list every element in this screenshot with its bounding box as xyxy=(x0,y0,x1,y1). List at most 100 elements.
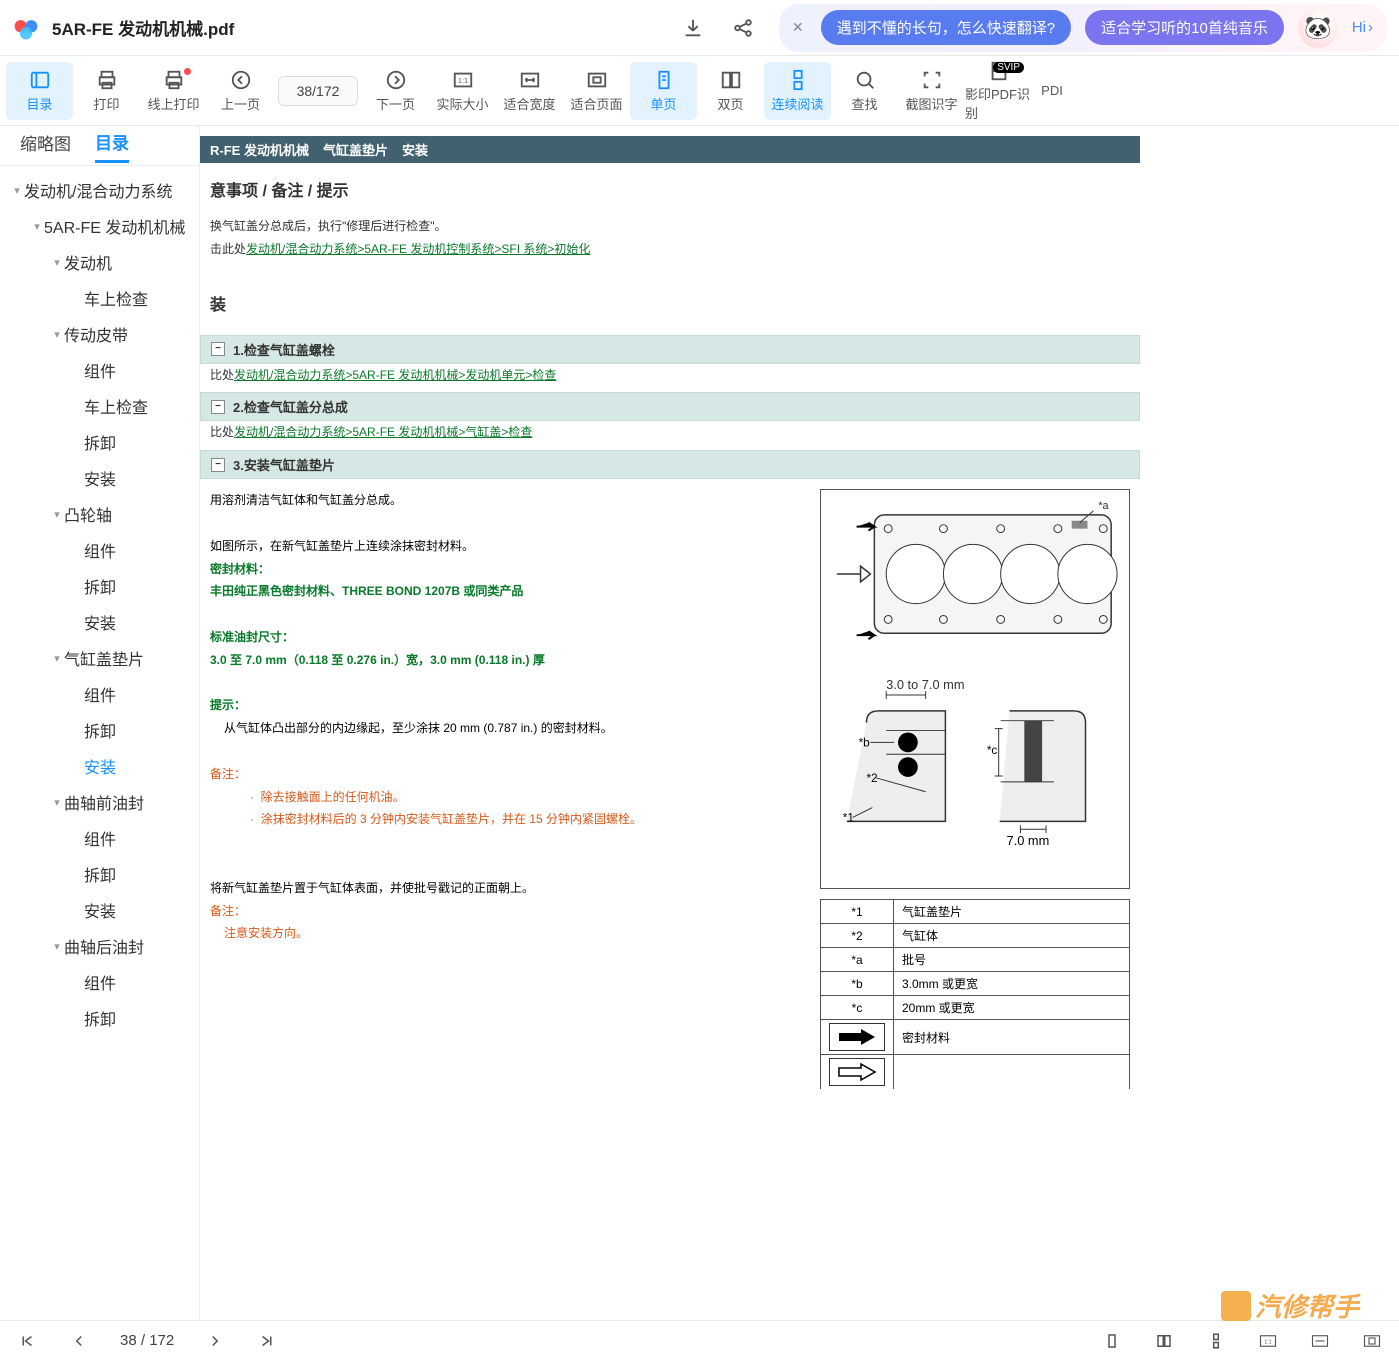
tool-fit-page[interactable]: 适合页面 xyxy=(563,62,630,120)
print-icon xyxy=(95,68,119,92)
tree-item[interactable]: 安装 xyxy=(0,604,199,640)
tree-item[interactable]: ▾曲轴前油封 xyxy=(0,784,199,820)
tool-fit-width[interactable]: 适合宽度 xyxy=(496,62,563,120)
tree-item[interactable]: ▾发动机/混合动力系统 xyxy=(0,172,199,208)
promo-close-icon[interactable]: ✕ xyxy=(789,19,807,37)
view-fitp-icon[interactable] xyxy=(1361,1330,1383,1352)
tree-item[interactable]: ▾5AR-FE 发动机机械 xyxy=(0,208,199,244)
tree-item[interactable]: 安装 xyxy=(0,748,199,784)
tree-item[interactable]: 拆卸 xyxy=(0,568,199,604)
tree-item[interactable]: ▾传动皮带 xyxy=(0,316,199,352)
svg-text:*2: *2 xyxy=(866,771,877,785)
link-1[interactable]: 发动机/混合动力系统>5AR-FE 发动机机械>发动机单元>检查 xyxy=(234,368,556,382)
tree-item[interactable]: 组件 xyxy=(0,820,199,856)
svg-text:7.0 mm: 7.0 mm xyxy=(1007,833,1050,848)
tree-item[interactable]: 组件 xyxy=(0,964,199,1000)
step-2[interactable]: −2.检查气缸盖分总成 xyxy=(200,392,1140,421)
tool-online-print[interactable]: 线上打印 xyxy=(140,62,207,120)
tool-actual-size[interactable]: 1:1实际大小 xyxy=(429,62,496,120)
svg-text:*a: *a xyxy=(1098,500,1109,512)
file-name: 5AR-FE 发动机机械.pdf xyxy=(52,15,234,40)
view-continuous-icon[interactable] xyxy=(1205,1330,1227,1352)
single-page-icon xyxy=(652,68,676,92)
tree-item[interactable]: ▾凸轮轴 xyxy=(0,496,199,532)
tree-item[interactable]: ▾发动机 xyxy=(0,244,199,280)
tool-next-page[interactable]: 下一页 xyxy=(362,62,429,120)
promo-bar: ✕ 遇到不懂的长句，怎么快速翻译? 适合学习听的10首纯音乐 🐼 Hi› xyxy=(779,4,1387,52)
svg-text:*1: *1 xyxy=(843,811,854,825)
fit-width-icon xyxy=(518,68,542,92)
promo-pill-1[interactable]: 遇到不懂的长句，怎么快速翻译? xyxy=(821,10,1071,45)
step-1[interactable]: −1.检查气缸盖螺栓 xyxy=(200,335,1140,364)
continuous-icon xyxy=(786,68,810,92)
tree-item[interactable]: 拆卸 xyxy=(0,712,199,748)
view-1to1-icon[interactable]: 1:1 xyxy=(1257,1330,1279,1352)
tool-double-page[interactable]: 双页 xyxy=(697,62,764,120)
tool-single-page[interactable]: 单页 xyxy=(630,62,697,120)
tree-item[interactable]: 车上检查 xyxy=(0,388,199,424)
side-tab-toc[interactable]: 目录 xyxy=(95,129,129,163)
section-title: 意事项 / 备注 / 提示 xyxy=(200,163,1140,215)
legend-table: *1气缸盖垫片 *2气缸体 *a批号 *b3.0mm 或更宽 *c20mm 或更… xyxy=(820,899,1130,1089)
tool-screenshot-ocr[interactable]: 截图识字 xyxy=(898,62,965,120)
bottom-page-indicator: 38 / 172 xyxy=(120,1332,174,1349)
assistant-avatar-icon[interactable]: 🐼 xyxy=(1298,8,1338,48)
tree-item[interactable]: 组件 xyxy=(0,352,199,388)
step3-text: 用溶剂清洁气缸体和气缸盖分总成。 如图所示，在新气缸盖垫片上连续涂抹密封材料。 … xyxy=(210,489,810,1089)
search-icon xyxy=(853,68,877,92)
tool-pdf-last[interactable]: PDI xyxy=(1032,62,1072,120)
page-indicator[interactable]: 38 / 172 xyxy=(278,76,358,106)
side-tab-thumb[interactable]: 缩略图 xyxy=(20,130,71,161)
svg-text:3.0 to 7.0 mm: 3.0 to 7.0 mm xyxy=(886,677,964,692)
tool-search[interactable]: 查找 xyxy=(831,62,898,120)
download-icon[interactable] xyxy=(679,14,707,42)
tree-item[interactable]: 拆卸 xyxy=(0,424,199,460)
gasket-diagram: *a 3.0 to 7.0 mm *b *2 *1 xyxy=(820,489,1130,889)
tool-print[interactable]: 打印 xyxy=(73,62,140,120)
tool-scan-pdf[interactable]: SVIP影印PDF识别 xyxy=(965,62,1032,120)
screenshot-icon xyxy=(920,68,944,92)
solid-arrow-icon xyxy=(829,1023,885,1051)
intro-pre: 击此处 xyxy=(210,242,246,256)
tree-item[interactable]: 车上检查 xyxy=(0,280,199,316)
chevron-left-icon xyxy=(229,68,253,92)
step-3[interactable]: −3.安装气缸盖垫片 xyxy=(200,450,1140,479)
view-fitw-icon[interactable] xyxy=(1309,1330,1331,1352)
tree-item[interactable]: ▾曲轴后油封 xyxy=(0,928,199,964)
view-double-icon[interactable] xyxy=(1153,1330,1175,1352)
hi-button[interactable]: Hi› xyxy=(1352,19,1373,36)
svg-text:*b: *b xyxy=(859,736,871,750)
view-single-icon[interactable] xyxy=(1101,1330,1123,1352)
next-icon[interactable] xyxy=(204,1330,226,1352)
svg-text:1:1: 1:1 xyxy=(457,76,467,85)
fit-page-icon xyxy=(585,68,609,92)
tree-item[interactable]: 拆卸 xyxy=(0,1000,199,1036)
page-viewport[interactable]: R-FE 发动机机械气缸盖垫片安装 意事项 / 备注 / 提示 换气缸盖分总成后… xyxy=(200,126,1399,1320)
tree-item[interactable]: 安装 xyxy=(0,460,199,496)
first-page-icon[interactable] xyxy=(16,1330,38,1352)
link-2[interactable]: 发动机/混合动力系统>5AR-FE 发动机机械>气缸盖>检查 xyxy=(234,425,532,439)
tool-prev-page[interactable]: 上一页 xyxy=(207,62,274,120)
tree-item[interactable]: 组件 xyxy=(0,676,199,712)
svg-text:1:1: 1:1 xyxy=(1264,1339,1271,1345)
tree-item[interactable]: 组件 xyxy=(0,532,199,568)
tool-toc[interactable]: 目录 xyxy=(6,62,73,120)
link-init[interactable]: 发动机/混合动力系统>5AR-FE 发动机控制系统>SFI 系统>初始化 xyxy=(246,242,590,256)
toc-tree[interactable]: ▾发动机/混合动力系统▾5AR-FE 发动机机械▾发动机车上检查▾传动皮带组件车… xyxy=(0,166,199,1320)
intro-text-1: 换气缸盖分总成后，执行"修理后进行检查"。 xyxy=(210,215,1130,238)
prev-icon[interactable] xyxy=(68,1330,90,1352)
promo-pill-2[interactable]: 适合学习听的10首纯音乐 xyxy=(1085,10,1284,45)
section-install: 装 xyxy=(200,261,1140,329)
online-print-icon xyxy=(162,68,186,92)
tool-continuous[interactable]: 连续阅读 xyxy=(764,62,831,120)
tree-item[interactable]: 拆卸 xyxy=(0,856,199,892)
actual-size-icon: 1:1 xyxy=(451,68,475,92)
tree-item[interactable]: ▾气缸盖垫片 xyxy=(0,640,199,676)
tree-item[interactable]: 安装 xyxy=(0,892,199,928)
toc-icon xyxy=(28,68,52,92)
last-page-icon[interactable] xyxy=(256,1330,278,1352)
svg-text:*c: *c xyxy=(987,743,998,757)
hollow-arrow-icon xyxy=(829,1058,885,1086)
chevron-right-icon xyxy=(384,68,408,92)
share-icon[interactable] xyxy=(729,14,757,42)
